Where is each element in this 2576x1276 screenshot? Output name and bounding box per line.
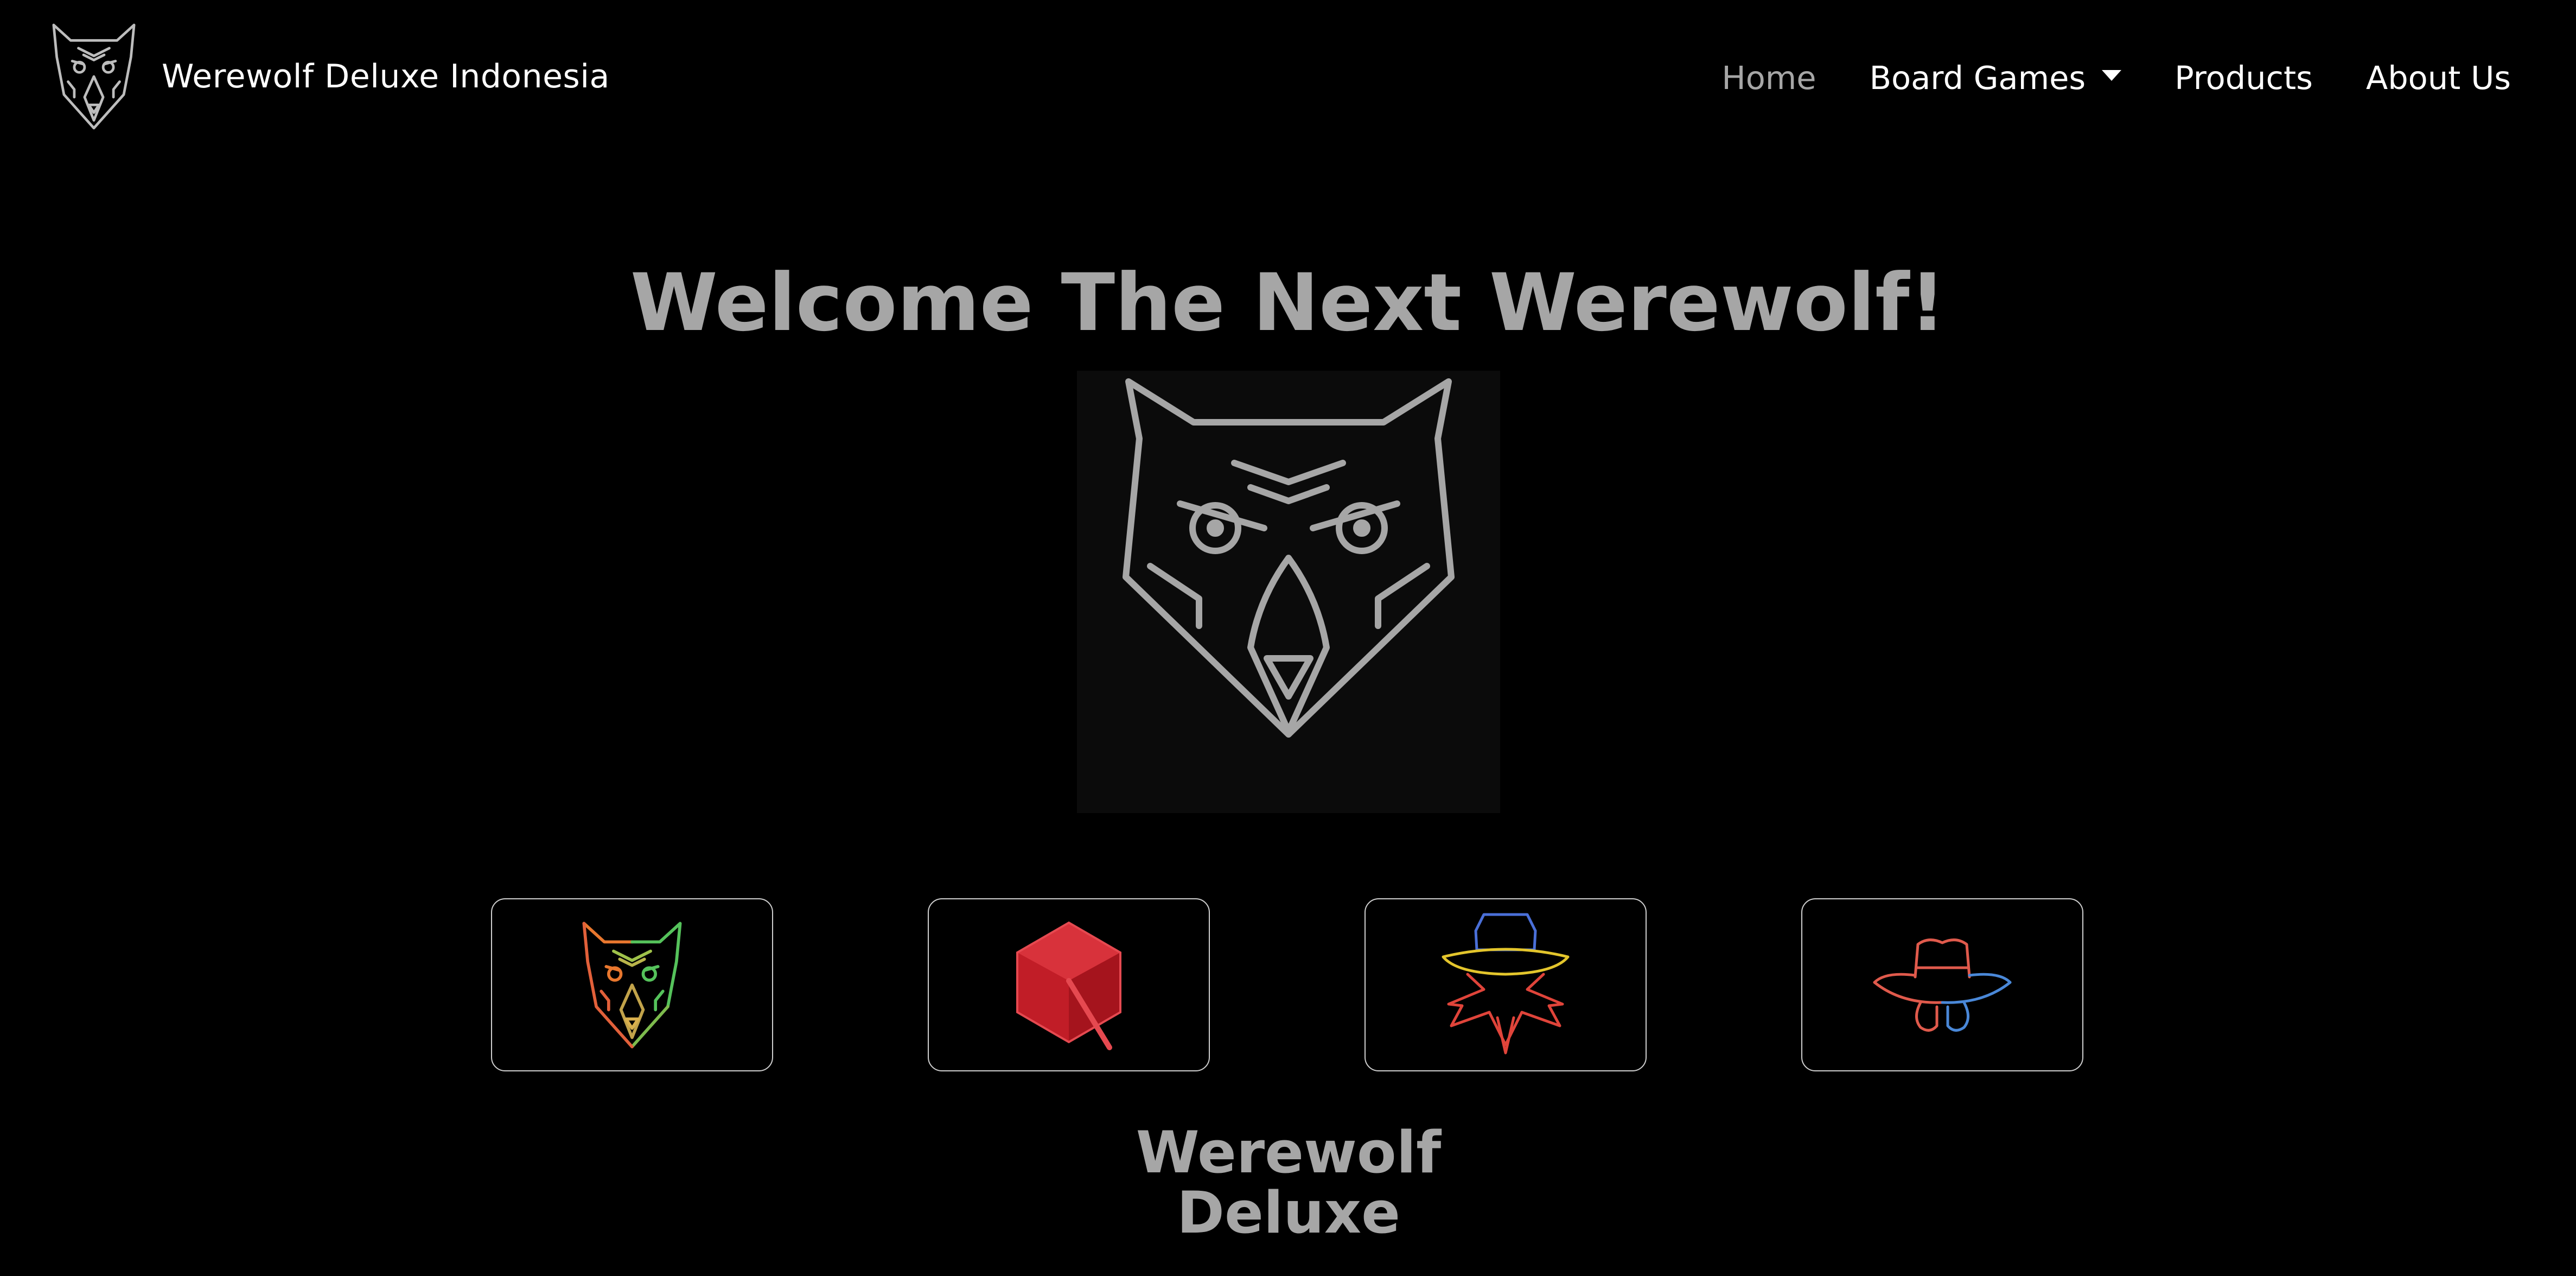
nav-home[interactable]: Home (1721, 59, 1816, 97)
card-spy[interactable] (1364, 898, 1647, 1071)
werewolf-logo-icon (52, 23, 136, 130)
hero-title: Welcome The Next Werewolf! (630, 257, 1946, 349)
red-hexagon-icon (1016, 921, 1121, 1050)
card-red-hexagon[interactable] (928, 898, 1210, 1071)
hero-caption: Werewolf Deluxe (1136, 1119, 1442, 1247)
spy-icon (1442, 913, 1570, 1054)
navbar: Werewolf Deluxe Indonesia Home Board Gam… (0, 0, 2576, 157)
nav-board-games-label: Board Games (1869, 59, 2086, 97)
werewolf-icon (582, 922, 682, 1048)
nav-about-us[interactable]: About Us (2366, 59, 2511, 97)
nav-products[interactable]: Products (2175, 59, 2313, 97)
brand-name: Werewolf Deluxe Indonesia (162, 58, 610, 96)
werewolf-head-icon (1123, 378, 1455, 738)
main-nav: Home Board Games Products About Us (1721, 53, 2511, 102)
card-werewolf[interactable] (491, 898, 773, 1071)
nav-board-games-dropdown[interactable]: Board Games (1870, 59, 2122, 97)
hero-image: Werewolf Deluxe (1077, 371, 1500, 1243)
detective-hat-icon (1873, 938, 2012, 1032)
caret-down-icon (2102, 70, 2122, 81)
brand-link[interactable]: Werewolf Deluxe Indonesia (42, 20, 610, 134)
card-detective-hat[interactable] (1801, 898, 2083, 1071)
